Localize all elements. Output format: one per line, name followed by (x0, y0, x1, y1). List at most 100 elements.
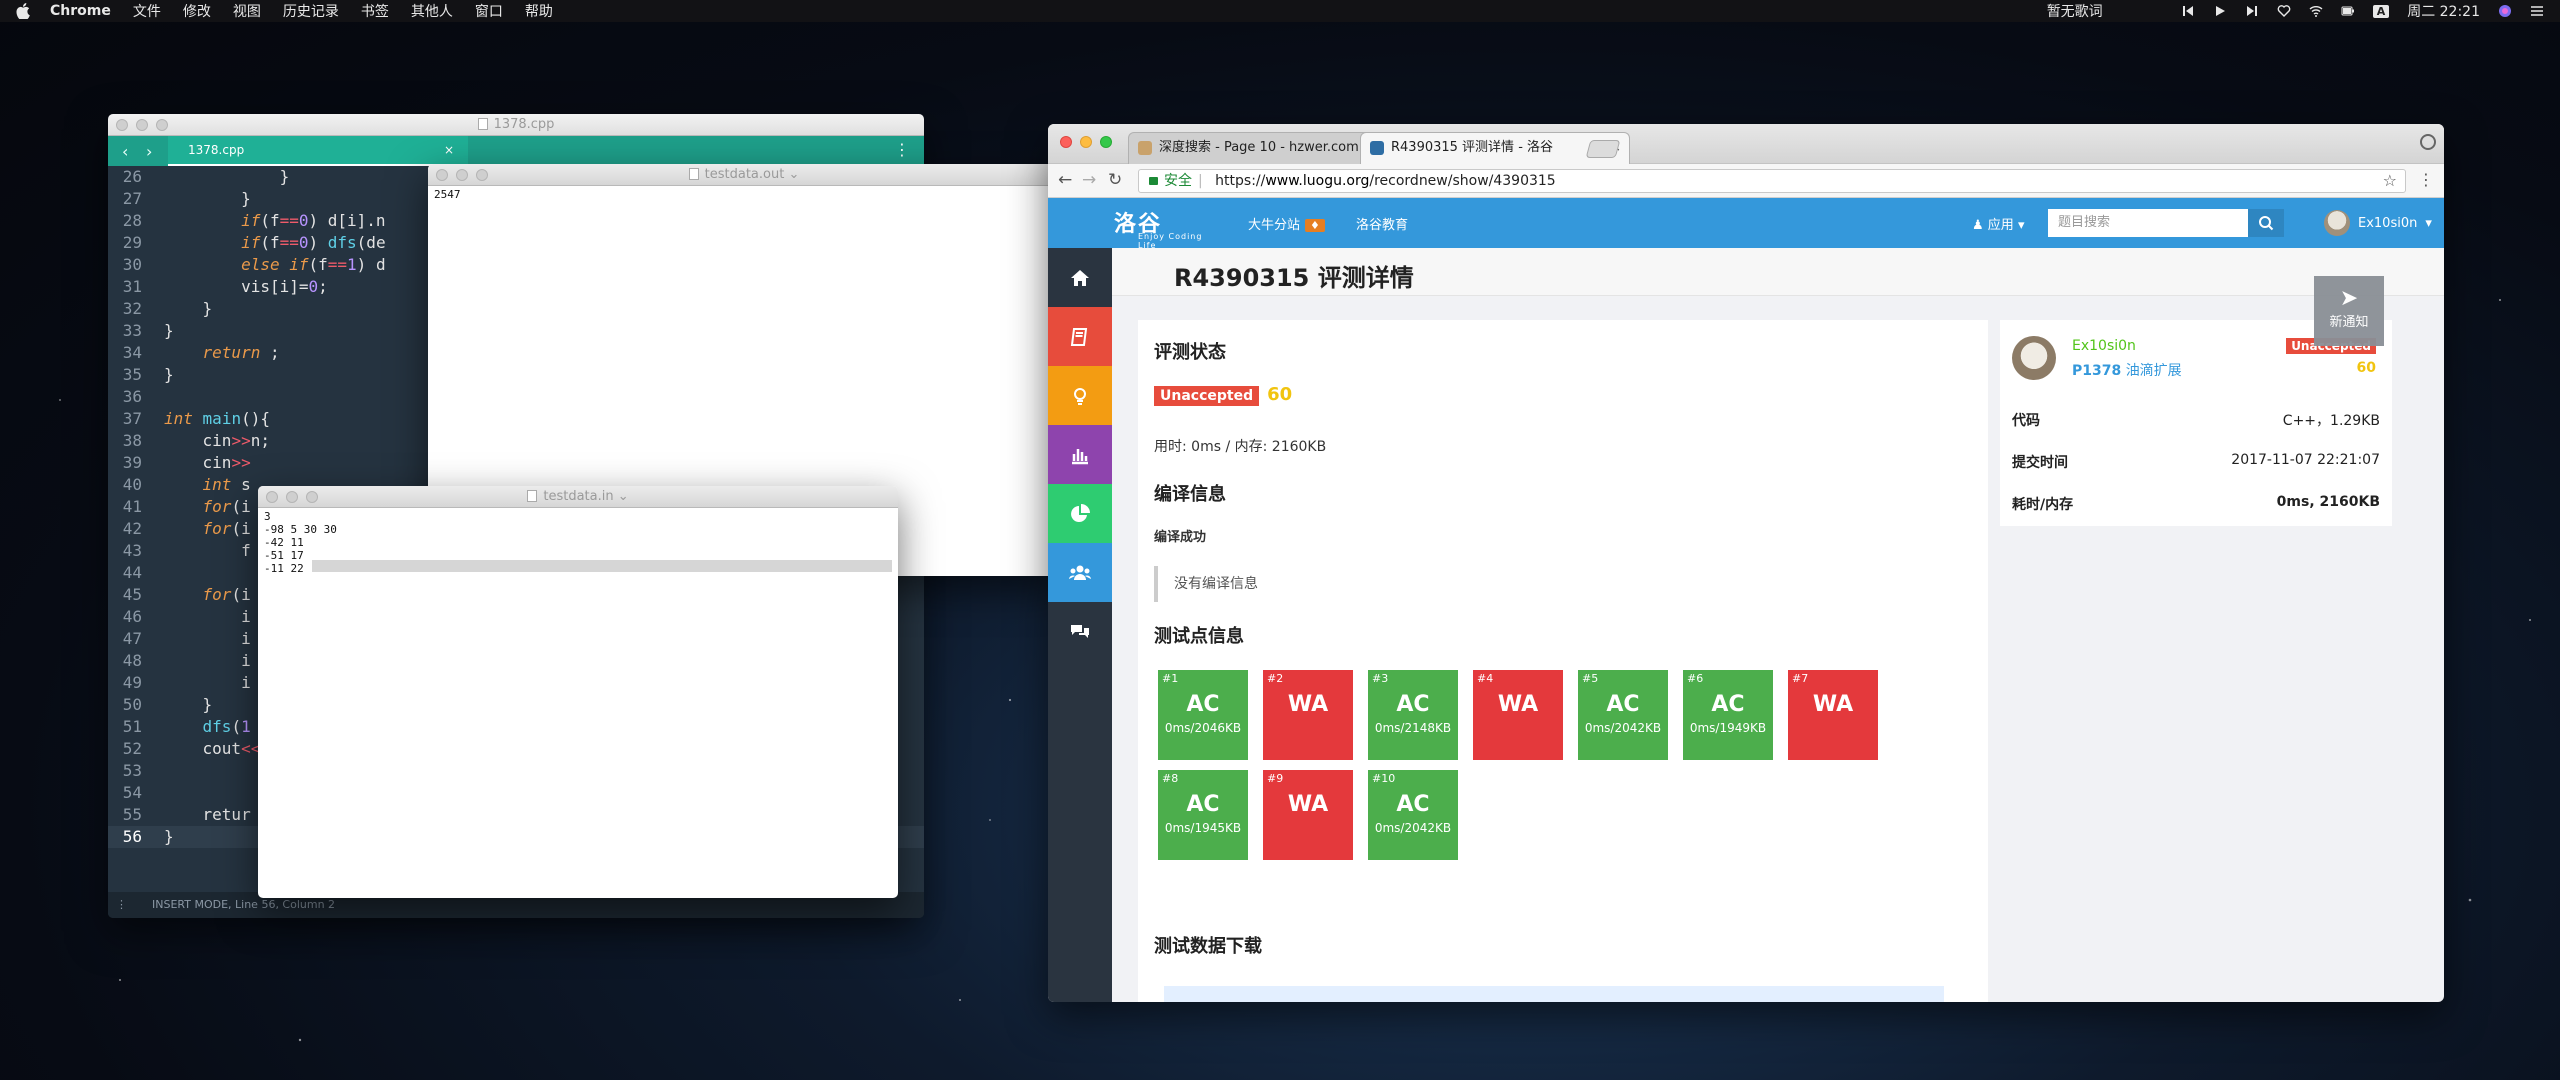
code-text: i (164, 629, 251, 648)
close-window-icon[interactable] (116, 119, 128, 131)
statusbar-menu-icon[interactable]: ⋮ (116, 892, 127, 918)
minimize-window-icon[interactable] (1080, 136, 1092, 148)
menu-edit[interactable]: 修改 (183, 1, 211, 21)
testcase-tile[interactable]: #7 WA (1788, 670, 1878, 760)
code-text: dfs(1 (202, 717, 251, 736)
record-main-card: 评测状态 Unaccepted 60 用时: 0ms / 内存: 2160KB 编… (1138, 320, 1988, 1002)
address-bar[interactable]: 安全 | https://www.luogu.org/recordnew/show… (1138, 169, 2406, 193)
nav-link-daniu[interactable]: 大牛分站 ♦ (1248, 214, 1325, 233)
zoom-window-icon[interactable] (476, 169, 488, 181)
testcase-tile[interactable]: #3 AC 0ms/2148KB (1368, 670, 1458, 760)
code-text: vis[i]=0; (164, 277, 328, 296)
sidebar-item-discuss[interactable] (1048, 602, 1112, 661)
new-notification-button[interactable]: ➤ 新通知 (2314, 276, 2384, 346)
apple-icon[interactable] (16, 3, 30, 19)
out-file-content[interactable]: 2547 (428, 186, 1060, 203)
next-track-icon[interactable] (2245, 4, 2259, 18)
menubar-clock[interactable]: 周二 22:21 (2407, 1, 2480, 21)
menu-file[interactable]: 文件 (133, 1, 161, 21)
in-file-content[interactable]: 3 -98 5 30 30 -42 11 -51 17 -11 22 (258, 508, 898, 577)
testcase-tile[interactable]: #2 WA (1263, 670, 1353, 760)
avatar[interactable] (2012, 336, 2056, 380)
play-icon[interactable] (2213, 4, 2227, 18)
sidebar-item-problems[interactable] (1048, 307, 1112, 366)
forward-arrow-icon[interactable]: › (146, 142, 152, 161)
pie-chart-icon (1071, 503, 1090, 522)
testcase-tile[interactable]: #6 AC 0ms/1949KB (1683, 670, 1773, 760)
testcase-tile[interactable]: #9 WA (1263, 770, 1353, 860)
testcase-tile[interactable]: #10 AC 0ms/2042KB (1368, 770, 1458, 860)
menu-view[interactable]: 视图 (233, 1, 261, 21)
new-tab-button[interactable] (1585, 140, 1621, 158)
testcase-tile[interactable]: #4 WA (1473, 670, 1563, 760)
problem-link[interactable]: P1378 油滴扩展 (2072, 360, 2182, 380)
line-number: 49 (122, 673, 142, 692)
more-options-icon[interactable]: ⋮ (894, 140, 910, 159)
search-button[interactable] (2248, 209, 2284, 237)
menu-app-chrome[interactable]: Chrome (50, 3, 111, 19)
chrome-browser-window: 深度搜索 - Page 10 - hzwer.com × R4390315 评测… (1048, 124, 2444, 1002)
lyrics-status[interactable]: 暂无歌词 (2047, 1, 2103, 21)
bookmark-star-icon[interactable]: ☆ (2383, 170, 2397, 192)
apps-dropdown[interactable]: ♟ 应用 ▾ (1972, 214, 2024, 233)
line-number: 52 (122, 739, 142, 758)
sidebar-item-home[interactable] (1048, 248, 1112, 307)
problem-search-input[interactable]: 题目搜索 (2048, 209, 2248, 237)
testcase-time-memory: 0ms/2046KB (1164, 721, 1242, 735)
menu-window[interactable]: 窗口 (475, 1, 503, 21)
wifi-icon[interactable] (2309, 4, 2323, 18)
notification-center-icon[interactable] (2530, 4, 2544, 18)
menu-help[interactable]: 帮助 (525, 1, 553, 21)
line-number: 37 (122, 409, 142, 428)
forward-arrow-icon[interactable]: → (1082, 170, 1096, 190)
line-number: 51 (122, 717, 142, 736)
chevron-down-icon[interactable]: ⌄ (788, 167, 799, 182)
download-panel[interactable] (1164, 986, 1944, 1002)
back-arrow-icon[interactable]: ← (1058, 170, 1072, 190)
menu-history[interactable]: 历史记录 (283, 1, 339, 21)
editor-titlebar[interactable]: 1378.cpp (108, 114, 924, 136)
in-titlebar[interactable]: testdata.in ⌄ (258, 486, 898, 508)
sidebar-item-teams[interactable] (1048, 543, 1112, 602)
submitter-name[interactable]: Ex10si0n (2072, 338, 2136, 354)
minimize-window-icon[interactable] (286, 491, 298, 503)
testcase-tile[interactable]: #5 AC 0ms/2042KB (1578, 670, 1668, 760)
close-tab-icon[interactable]: × (444, 136, 454, 164)
menu-bookmarks[interactable]: 书签 (361, 1, 389, 21)
sidebar-item-records[interactable] (1048, 425, 1112, 484)
editor-tab[interactable]: 1378.cpp × (168, 136, 468, 166)
nav-link-education[interactable]: 洛谷教育 (1356, 214, 1408, 233)
close-window-icon[interactable] (1060, 136, 1072, 148)
zoom-window-icon[interactable] (156, 119, 168, 131)
editor-window-title: 1378.cpp (493, 117, 555, 132)
username-label: Ex10si0n (2358, 215, 2418, 231)
reload-icon[interactable]: ↻ (1108, 170, 1122, 190)
zoom-window-icon[interactable] (306, 491, 318, 503)
close-window-icon[interactable] (436, 169, 448, 181)
zoom-window-icon[interactable] (1100, 136, 1112, 148)
input-method-indicator[interactable]: A (2372, 4, 2390, 18)
line-number: 30 (122, 255, 142, 274)
out-titlebar[interactable]: testdata.out ⌄ (428, 164, 1060, 186)
battery-icon[interactable] (2341, 4, 2355, 18)
previous-track-icon[interactable] (2181, 4, 2195, 18)
chrome-menu-icon[interactable]: ⋮ (2418, 170, 2434, 189)
minimize-window-icon[interactable] (456, 169, 468, 181)
user-menu[interactable]: Ex10si0n ▾ (2324, 210, 2432, 236)
back-arrow-icon[interactable]: ‹ (122, 142, 128, 161)
sidebar-item-training[interactable] (1048, 366, 1112, 425)
line-number: 46 (122, 607, 142, 626)
chevron-down-icon[interactable]: ⌄ (618, 489, 629, 504)
minimize-window-icon[interactable] (136, 119, 148, 131)
testcase-id: #3 (1372, 672, 1389, 685)
testcase-tile[interactable]: #8 AC 0ms/1945KB (1158, 770, 1248, 860)
profile-icon[interactable] (2420, 134, 2436, 150)
siri-icon[interactable] (2498, 4, 2512, 18)
luogu-logo[interactable]: 洛谷 Enjoy Coding Life (1114, 206, 1224, 250)
close-window-icon[interactable] (266, 491, 278, 503)
luogu-header: 洛谷 Enjoy Coding Life 大牛分站 ♦ 洛谷教育 ♟ 应用 ▾ 题… (1048, 198, 2444, 250)
sidebar-item-ranking[interactable] (1048, 484, 1112, 543)
heart-icon[interactable] (2277, 4, 2291, 18)
testcase-tile[interactable]: #1 AC 0ms/2046KB (1158, 670, 1248, 760)
menu-people[interactable]: 其他人 (411, 1, 453, 21)
